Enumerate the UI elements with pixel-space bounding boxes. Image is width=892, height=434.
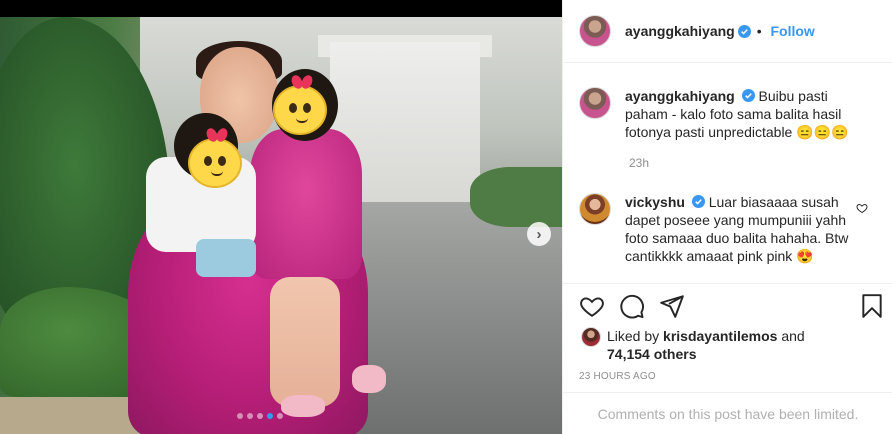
verified-badge-icon xyxy=(691,195,705,208)
carousel-dot xyxy=(237,413,243,419)
chevron-right-icon: › xyxy=(536,225,542,243)
commenter-avatar[interactable] xyxy=(579,193,611,225)
likes-conj: and xyxy=(781,328,805,344)
carousel-dot xyxy=(277,413,283,419)
author-avatar[interactable] xyxy=(579,15,611,47)
post-side-panel: ayanggkahiyang • Follow ayanggkahiyang B… xyxy=(562,0,892,434)
face-cover-emoji-icon xyxy=(273,85,327,135)
comment-icon[interactable] xyxy=(619,293,645,319)
liker-username[interactable]: krisdayantilemos xyxy=(663,328,777,344)
share-icon[interactable] xyxy=(659,293,685,319)
comments-list[interactable]: ayanggkahiyang Buibu pasti paham - kalo … xyxy=(563,64,892,282)
verified-badge-icon xyxy=(741,89,755,102)
carousel-dot xyxy=(247,413,253,419)
comment: vickyshu Luar biasaaaa susah dapet posee… xyxy=(579,193,879,265)
carousel-dots xyxy=(237,413,283,419)
author-username[interactable]: ayanggkahiyang xyxy=(625,23,735,39)
face-cover-emoji-icon xyxy=(188,138,242,188)
shoe xyxy=(352,365,386,393)
comments-limited-notice: Comments on this post have been limited. xyxy=(563,392,892,434)
comment-username[interactable]: ayanggkahiyang xyxy=(625,88,735,104)
post-photo[interactable]: › xyxy=(0,17,562,434)
shoe xyxy=(281,395,325,417)
likes-count[interactable]: 74,154 others xyxy=(607,346,697,362)
caption-comment: ayanggkahiyang Buibu pasti paham - kalo … xyxy=(579,87,879,141)
liker-avatar[interactable] xyxy=(581,327,601,347)
comment-time[interactable]: 23h xyxy=(629,156,649,170)
carousel-dot xyxy=(257,413,263,419)
verified-badge-icon xyxy=(737,24,751,38)
post-header: ayanggkahiyang • Follow xyxy=(563,0,892,63)
child-right-figure xyxy=(250,129,362,279)
carousel-dot-active xyxy=(267,413,273,419)
carousel-next-button[interactable]: › xyxy=(527,222,551,246)
bookmark-icon[interactable] xyxy=(859,293,885,319)
child-legs xyxy=(270,277,340,407)
likes-prefix: Liked by xyxy=(607,328,660,344)
likes-summary: Liked by krisdayantilemos and 74,154 oth… xyxy=(581,327,805,363)
heart-icon[interactable] xyxy=(579,293,605,319)
comment-username[interactable]: vickyshu xyxy=(625,194,685,210)
comment-like-heart-icon[interactable] xyxy=(856,202,868,214)
photo-bush-right xyxy=(470,167,562,227)
author-avatar[interactable] xyxy=(579,87,611,119)
child-left-shorts xyxy=(196,239,256,277)
post-timestamp[interactable]: 23 HOURS AGO xyxy=(579,371,656,382)
post-actions: Liked by krisdayantilemos and 74,154 oth… xyxy=(563,283,892,434)
follow-separator: • xyxy=(756,23,762,39)
photo-top-bar xyxy=(0,0,562,17)
follow-button[interactable]: Follow xyxy=(771,23,815,39)
